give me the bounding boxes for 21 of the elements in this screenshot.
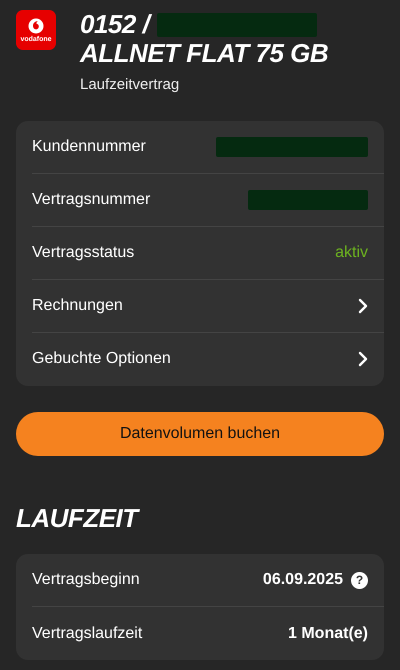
status-value: aktiv [335,242,368,263]
row-label: Vertragsbeginn [32,570,140,590]
chevron-right-icon [358,298,368,314]
section-heading: LAUFZEIT [16,504,141,532]
row-value: 06.09.2025 [262,570,343,590]
tariff-name: ALLNET FLAT 75 GB [80,39,328,68]
phone-number: 0152 / [80,10,150,40]
book-data-button[interactable]: Datenvolumen buchen [16,412,384,456]
speech-mark-icon [28,18,44,34]
row-label: Vertragslaufzeit [32,624,142,644]
contract-type: Laufzeitvertrag [80,75,180,96]
row-label: Kundennummer [32,136,146,157]
row-label: Vertragsnummer [32,190,150,210]
help-icon[interactable]: ? [351,572,368,589]
list-row[interactable]: Rechnungen [32,280,384,333]
row-value: 1 Monat(e) [288,624,368,644]
row-label: Vertragsstatus [32,242,134,263]
row-label: Rechnungen [32,296,123,316]
chevron-right-icon [358,351,368,368]
row-label: Gebuchte Optionen [32,349,171,370]
list-row[interactable]: Gebuchte Optionen [32,332,384,386]
